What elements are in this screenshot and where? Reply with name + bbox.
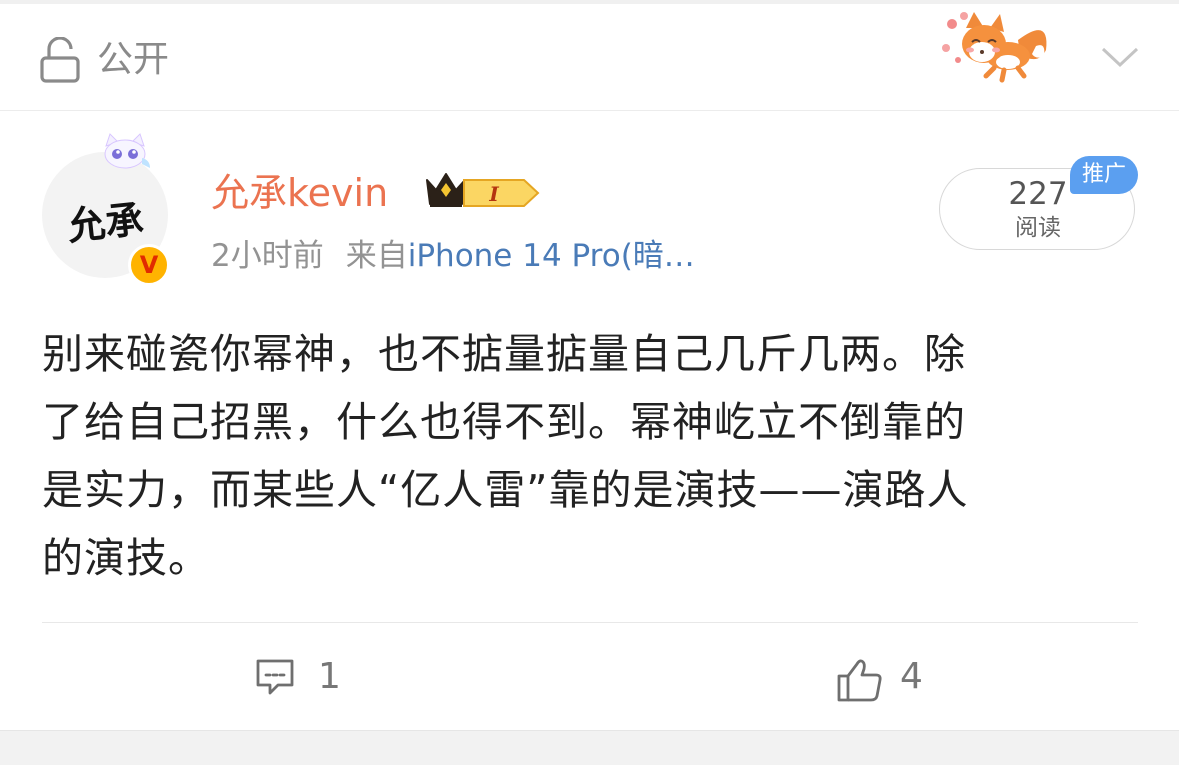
like-count: 4 — [900, 656, 923, 697]
post-text-line: 了给自己招黑，什么也得不到。幂神屹立不倒靠的 — [42, 398, 966, 446]
lock-icon — [40, 37, 80, 83]
read-label: 阅读 — [1015, 215, 1061, 241]
post-text: 别来碰瓷你幂神，也不掂量掂量自己几斤几两。除 了给自己招黑，什么也得不到。幂神屹… — [42, 320, 1138, 592]
bottom-separator — [0, 730, 1179, 765]
level-badge: I — [463, 179, 540, 207]
post-text-line: 是实力，而某些人“亿人雷”靠的是演技——演路人 — [42, 466, 969, 514]
promo-tag[interactable]: 推广 — [1070, 156, 1138, 194]
thumbs-up-icon — [837, 659, 882, 702]
post-text-line: 别来碰瓷你幂神，也不掂量掂量自己几斤几两。除 — [42, 330, 966, 378]
level-badge-text: I — [488, 182, 499, 206]
author-name[interactable]: 允承kevin — [211, 170, 388, 216]
post-meta: 2小时前 来自iPhone 14 Pro(暗… — [211, 236, 695, 276]
verified-badge: V — [128, 244, 170, 286]
like-button[interactable]: 4 — [836, 650, 946, 706]
post-text-line: 的演技。 — [42, 534, 210, 582]
chevron-down-icon[interactable] — [1100, 44, 1140, 70]
comment-count: 1 — [318, 656, 341, 697]
fox-sticker-icon — [942, 12, 1047, 83]
divider — [42, 622, 1138, 623]
source-prefix: 来自 — [345, 238, 408, 274]
post-time: 2小时前 — [211, 238, 324, 274]
visibility-label: 公开 — [97, 39, 170, 80]
visibility-bar[interactable]: 公开 — [0, 4, 1179, 111]
cat-decoration-icon — [104, 133, 150, 169]
post-source[interactable]: iPhone 14 Pro(暗… — [408, 238, 695, 274]
comment-icon — [256, 659, 294, 695]
comment-button[interactable]: 1 — [254, 650, 364, 706]
